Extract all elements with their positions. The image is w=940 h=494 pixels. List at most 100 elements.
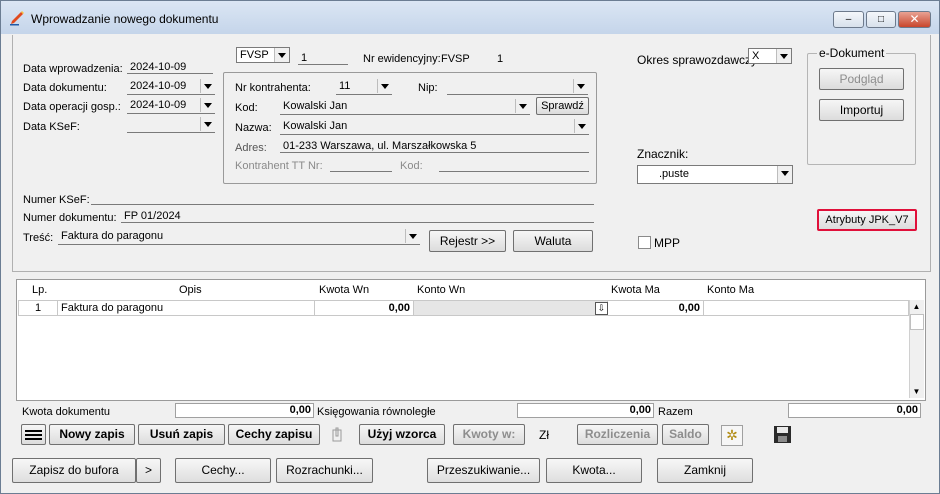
new-entry-button[interactable]: Nowy zapis <box>49 424 135 445</box>
col-konto-wn: Konto Wn <box>417 284 466 296</box>
edoc-title: e-Dokument <box>817 46 887 60</box>
col-opis: Opis <box>179 284 202 296</box>
row-lp: 1 <box>18 300 58 316</box>
period-label: Okres sprawozdawczy: <box>637 53 761 67</box>
row-konto-ma[interactable] <box>704 300 909 316</box>
row-opis[interactable]: Faktura do paragonu <box>58 300 315 316</box>
tt-label: Kontrahent TT Nr: <box>235 160 323 172</box>
entry-features-button[interactable]: Cechy zapisu <box>228 424 320 445</box>
document-date-field[interactable]: 2024-10-09 <box>127 79 215 95</box>
amount-button[interactable]: Kwota... <box>546 458 642 483</box>
ksef-date-field[interactable] <box>127 117 215 133</box>
toggle-view-button[interactable] <box>21 424 46 445</box>
chevron-down-icon[interactable] <box>377 79 392 93</box>
delete-entry-button[interactable]: Usuń zapis <box>138 424 225 445</box>
col-konto-ma: Konto Ma <box>707 284 755 296</box>
more-button[interactable]: > <box>136 458 161 483</box>
amounts-in-button[interactable]: Kwoty w: <box>453 424 525 445</box>
contractor-nr-field[interactable]: 11 <box>336 79 392 95</box>
chevron-down-icon[interactable] <box>515 99 530 113</box>
preview-button[interactable]: Podgląd <box>819 68 904 90</box>
col-lp: Lp. <box>32 284 48 296</box>
chevron-down-icon[interactable] <box>200 79 215 93</box>
entry-date-field: 2024-10-09 <box>127 60 213 74</box>
document-window: Wprowadzanie nowego dokumentu – □ ✕ FVSP… <box>0 0 940 494</box>
chevron-down-icon[interactable] <box>274 48 289 62</box>
jpk-attributes-button[interactable]: Atrybuty JPK_V7 <box>817 209 917 231</box>
document-date-label: Data dokumentu: <box>23 82 107 94</box>
chevron-down-icon[interactable] <box>573 79 588 93</box>
doc-type-select[interactable]: FVSP <box>236 47 290 63</box>
maximize-button[interactable]: □ <box>866 11 896 28</box>
operation-date-field[interactable]: 2024-10-09 <box>127 98 215 114</box>
content-label: Treść: <box>23 232 54 244</box>
doc-type-value: FVSP <box>240 49 269 61</box>
tt-field <box>330 158 392 172</box>
chevron-down-icon[interactable] <box>405 229 420 243</box>
document-date-value: 2024-10-09 <box>130 80 187 92</box>
chevron-down-icon[interactable] <box>776 49 791 63</box>
row-kwota-ma[interactable]: 0,00 <box>608 300 704 316</box>
ksef-number-label: Numer KSeF: <box>23 194 90 206</box>
nip-label: Nip: <box>418 82 438 94</box>
row-kwota-wn[interactable]: 0,00 <box>315 300 414 316</box>
nazwa-field[interactable]: Kowalski Jan <box>280 119 589 135</box>
use-template-button[interactable]: Użyj wzorca <box>359 424 445 445</box>
register-button[interactable]: Rejestr >> <box>429 230 506 252</box>
search-button[interactable]: Przeszukiwanie... <box>427 458 540 483</box>
settlements-button[interactable]: Rozliczenia <box>577 424 658 445</box>
record-label: Nr ewidencyjny: <box>363 53 441 65</box>
period-select[interactable]: X <box>748 48 792 64</box>
attachment-icon[interactable] <box>330 427 344 442</box>
chevron-down-icon[interactable] <box>777 166 792 183</box>
save-buffer-button[interactable]: Zapisz do bufora <box>12 458 136 483</box>
kod-field[interactable]: Kowalski Jan <box>280 99 530 115</box>
mpp-label: MPP <box>654 236 681 250</box>
doc-number-input[interactable]: FP 01/2024 <box>121 209 594 223</box>
marker-select[interactable]: .puste <box>637 165 793 184</box>
currency-label: Zł <box>539 428 549 442</box>
contractor-nr-value: 11 <box>339 80 351 92</box>
operation-date-label: Data operacji gosp.: <box>23 101 121 113</box>
save-disk-icon[interactable] <box>773 425 792 444</box>
row-konto-wn[interactable] <box>414 300 608 316</box>
chevron-down-icon[interactable] <box>200 98 215 112</box>
period-value: X <box>752 50 760 62</box>
doc-number-field[interactable]: 1 <box>298 51 348 65</box>
gear-icon[interactable]: ✲ <box>721 425 743 446</box>
content-value: Faktura do paragonu <box>61 230 164 242</box>
title-bar[interactable]: Wprowadzanie nowego dokumentu – □ ✕ <box>1 1 939 34</box>
nip-field[interactable] <box>447 79 588 95</box>
scroll-up-icon[interactable]: ▲ <box>910 301 923 313</box>
adres-label: Adres: <box>235 142 267 154</box>
tt-kod-label: Kod: <box>400 160 423 172</box>
import-button[interactable]: Importuj <box>819 99 904 121</box>
mpp-checkbox[interactable] <box>638 236 651 249</box>
parallel-value: 0,00 <box>517 403 654 418</box>
balance-button[interactable]: Saldo <box>662 424 709 445</box>
sum-value: 0,00 <box>788 403 921 418</box>
ksef-number-field[interactable] <box>91 191 594 205</box>
settlements-bottom-button[interactable]: Rozrachunki... <box>276 458 373 483</box>
scroll-thumb[interactable] <box>910 314 924 330</box>
currency-button[interactable]: Waluta <box>513 230 593 252</box>
chevron-down-icon[interactable] <box>200 117 215 131</box>
account-picker-icon[interactable]: ⇩ <box>595 302 608 315</box>
col-kwota-wn: Kwota Wn <box>319 284 370 296</box>
scroll-down-icon[interactable]: ▼ <box>910 386 923 398</box>
close-button[interactable]: Zamknij <box>657 458 753 483</box>
adres-field: 01-233 Warszawa, ul. Marszałkowska 5 <box>280 139 589 153</box>
minimize-button[interactable]: – <box>833 11 864 28</box>
entry-date-label: Data wprowadzenia: <box>23 63 123 75</box>
chevron-down-icon[interactable] <box>574 119 589 133</box>
marker-label: Znacznik: <box>637 147 689 161</box>
check-button[interactable]: Sprawdź <box>536 97 589 115</box>
window-title: Wprowadzanie nowego dokumentu <box>31 12 219 26</box>
app-pen-icon <box>10 11 24 26</box>
nazwa-label: Nazwa: <box>235 122 272 134</box>
kod-value: Kowalski Jan <box>283 100 348 112</box>
content-field[interactable]: Faktura do paragonu <box>58 229 420 245</box>
features-button[interactable]: Cechy... <box>175 458 271 483</box>
close-window-button[interactable]: ✕ <box>898 11 931 28</box>
entries-grid <box>16 279 926 401</box>
